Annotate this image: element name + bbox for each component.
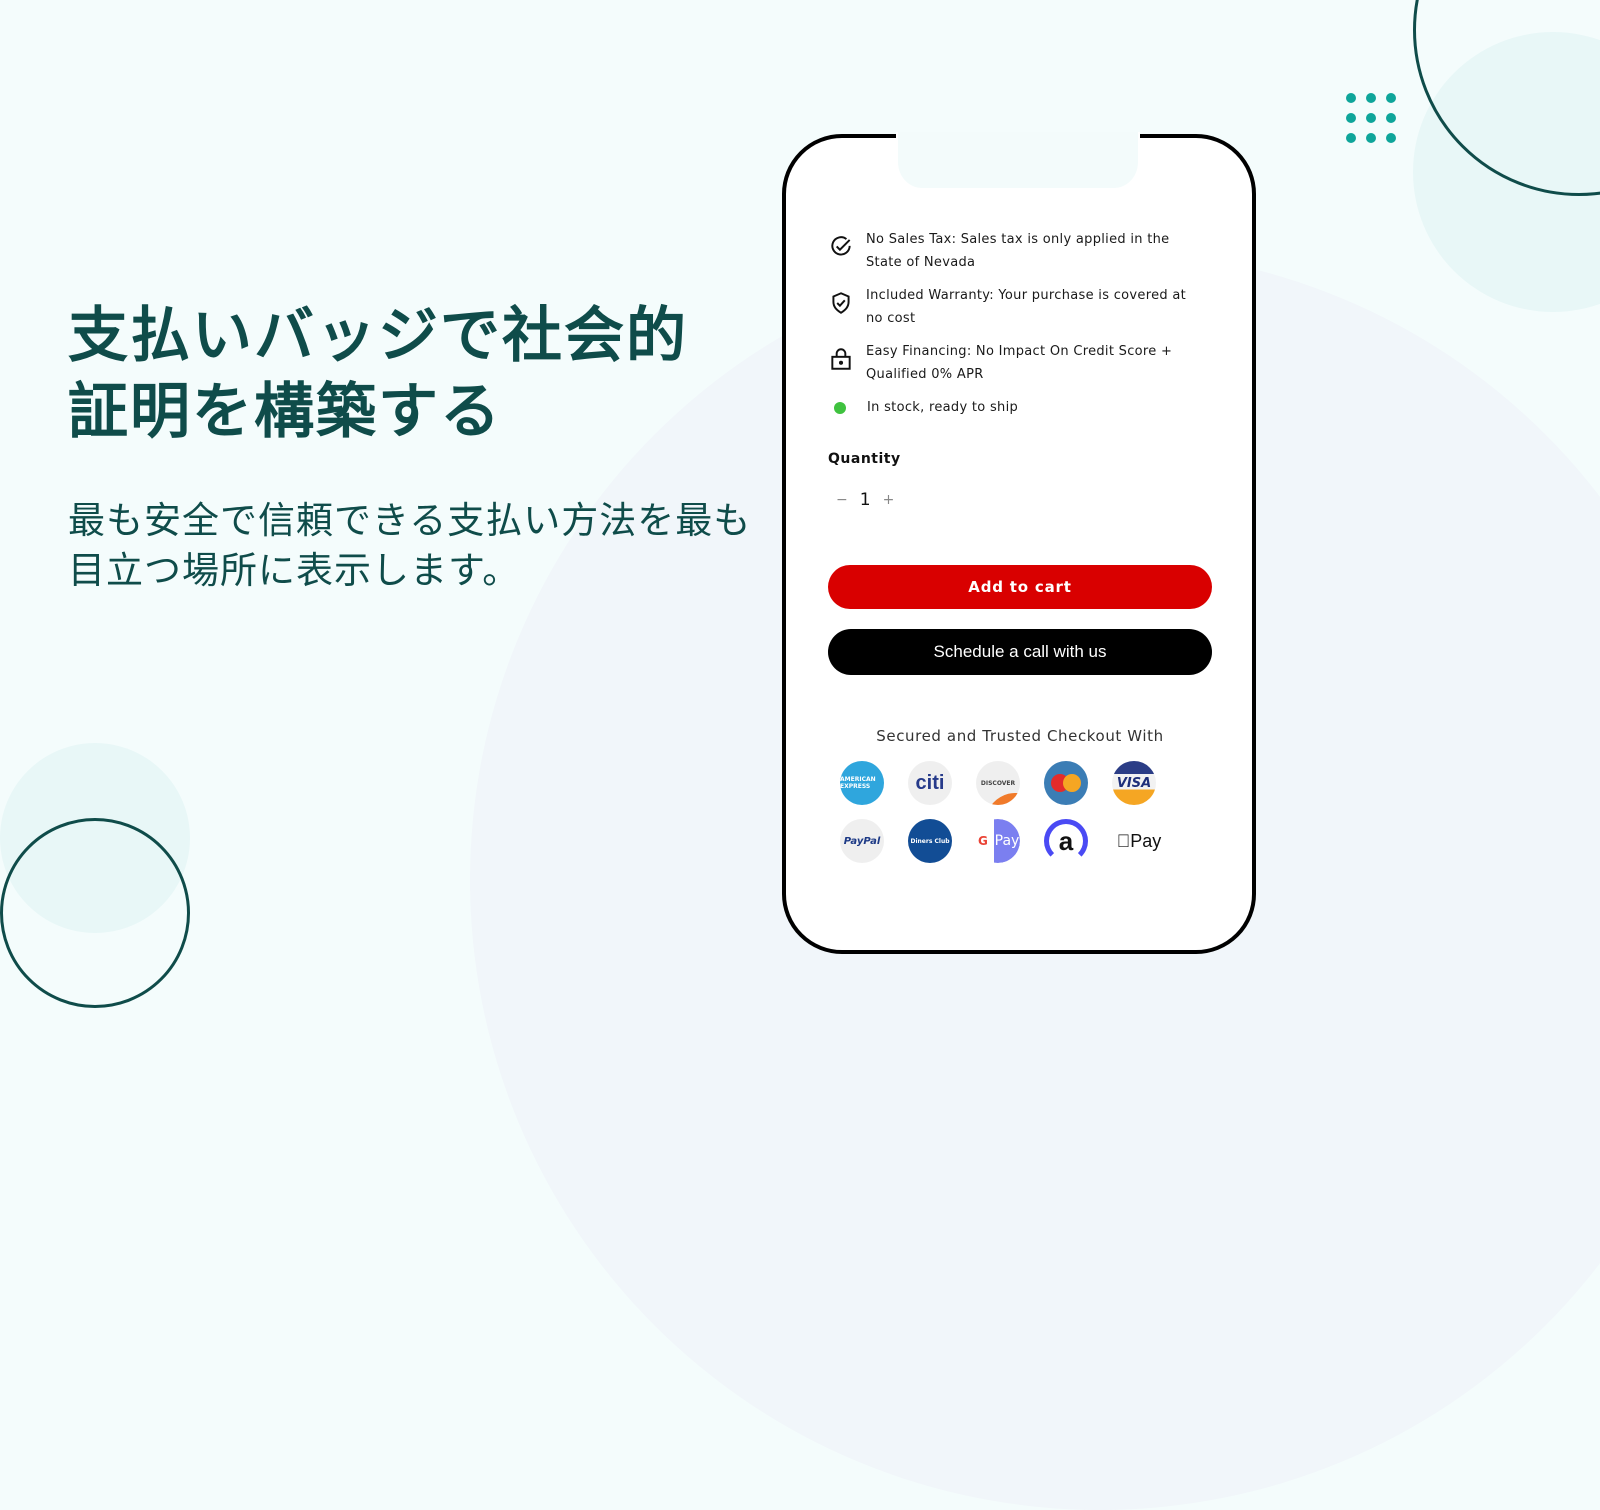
background-ring-bottom-left [0,818,190,1008]
dot-grid-decoration [1346,93,1396,143]
phone-notch [896,132,1140,188]
discover-badge-icon: DISCOVER [976,761,1020,805]
feature-item-sales-tax: No Sales Tax: Sales tax is only applied … [828,228,1188,274]
google-g-logo: G [978,834,988,848]
apple-pay-label: Pay [1123,830,1161,851]
feature-item-warranty: Included Warranty: Your purchase is cove… [828,284,1188,330]
feature-item-financing: Easy Financing: No Impact On Credit Scor… [828,340,1188,386]
citi-badge-icon: citi [908,761,952,805]
apple-pay-badge-icon: Pay [1112,819,1166,863]
feature-text: Included Warranty: Your purchase is cove… [866,288,1187,326]
amex-badge-icon: AMERICAN EXPRESS [840,761,884,805]
google-pay-label: Pay [994,819,1020,863]
google-pay-badge-icon: G Pay [976,819,1020,863]
add-to-cart-button[interactable]: Add to cart [828,565,1212,609]
quantity-label: Quantity [828,451,901,467]
stock-status: In stock, ready to ship [828,396,1188,419]
affirm-badge-icon: a [1044,819,1088,863]
quantity-stepper: − 1 + [836,490,894,510]
quantity-decrement-button[interactable]: − [836,492,848,508]
paypal-badge-icon: PayPal [840,819,884,863]
visa-badge-icon: VISA [1112,761,1156,805]
hero-headline: 支払いバッジで社会的証明を構築する [68,301,688,447]
hero-subtext: 最も安全で信頼できる支払い方法を最も目立つ場所に表示します。 [68,499,752,592]
feature-text: No Sales Tax: Sales tax is only applied … [866,232,1170,270]
apple-logo-icon:  [1117,831,1131,852]
quantity-increment-button[interactable]: + [883,492,895,508]
shield-check-icon [832,292,850,314]
mastercard-badge-icon [1044,761,1088,805]
payment-badges: AMERICAN EXPRESS citi DISCOVER VISA PayP… [840,761,1161,863]
secured-checkout-title: Secured and Trusted Checkout With [876,727,1164,745]
quantity-value[interactable]: 1 [860,490,871,510]
feature-list: No Sales Tax: Sales tax is only applied … [828,228,1188,429]
stock-status-text: In stock, ready to ship [867,400,1019,415]
diners-club-badge-icon: Diners Club [908,819,952,863]
feature-text: Easy Financing: No Impact On Credit Scor… [866,344,1173,382]
check-circle-icon [831,236,851,256]
lock-icon [831,348,851,370]
schedule-call-button[interactable]: Schedule a call with us [828,629,1212,675]
in-stock-indicator-icon [834,401,846,414]
